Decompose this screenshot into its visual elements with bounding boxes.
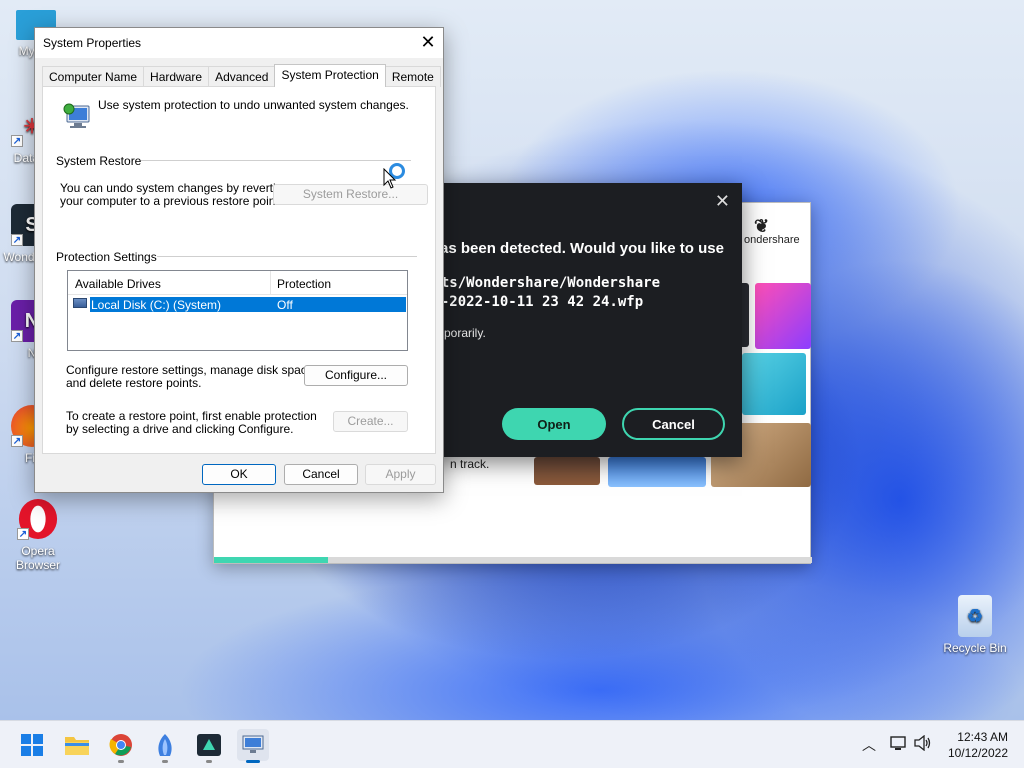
intro-text: Use system protection to undo unwanted s… bbox=[98, 98, 409, 112]
window-title: System Properties bbox=[43, 36, 142, 50]
thumbnail-purple bbox=[755, 283, 811, 349]
tab-advanced[interactable]: Advanced bbox=[208, 66, 276, 87]
drives-header: Available Drives Protection bbox=[68, 271, 407, 295]
shortcut-arrow-icon: ↗ bbox=[11, 435, 23, 447]
filmora-icon[interactable] bbox=[193, 729, 225, 763]
drive-protection: Off bbox=[277, 298, 293, 312]
protection-settings-label: Protection Settings bbox=[56, 250, 157, 264]
configure-text-2: and delete restore points. bbox=[66, 376, 202, 390]
apply-button[interactable]: Apply bbox=[365, 464, 436, 485]
desktop-icon-label: Recycle Bin bbox=[943, 641, 1007, 655]
volume-icon[interactable] bbox=[914, 734, 932, 754]
configure-button[interactable]: Configure... bbox=[304, 365, 408, 386]
wondershare-progress-fill bbox=[214, 557, 328, 563]
recovery-message: as been detected. Would you like to use bbox=[440, 240, 724, 257]
running-indicator bbox=[162, 760, 168, 763]
recycle-bin-icon: ♻ bbox=[958, 595, 992, 637]
clock-time: 12:43 AM bbox=[957, 730, 1008, 744]
cancel-button[interactable]: Cancel bbox=[284, 464, 358, 485]
shortcut-arrow-icon: ↗ bbox=[17, 528, 29, 540]
system-restore-divider bbox=[135, 160, 411, 161]
desktop: My Co ✳↗ DataW S↗ Wond Film N↗ N ↗ Fir ↗… bbox=[0, 0, 1024, 720]
system-properties-icon[interactable] bbox=[237, 729, 269, 763]
shortcut-arrow-icon: ↗ bbox=[11, 135, 23, 147]
running-indicator bbox=[246, 760, 260, 763]
clock[interactable]: 12:43 AM 10/12/2022 bbox=[948, 729, 1008, 761]
column-protection[interactable]: Protection bbox=[277, 277, 331, 291]
open-button[interactable]: Open bbox=[502, 408, 606, 440]
protection-settings-divider bbox=[149, 256, 417, 257]
table-row[interactable]: Local Disk (C:) (System) Off bbox=[90, 297, 406, 312]
system-properties-window: System Properties ✕ Computer Name Hardwa… bbox=[34, 27, 444, 493]
mouse-pointer-icon bbox=[383, 168, 397, 189]
create-text-2: by selecting a drive and clicking Config… bbox=[66, 422, 294, 436]
ok-button[interactable]: OK bbox=[202, 464, 276, 485]
start-icon[interactable] bbox=[16, 729, 48, 761]
recovery-path-line-1: ents/Wondershare/Wondershare bbox=[424, 275, 661, 291]
column-separator bbox=[270, 271, 271, 295]
opera-icon: ↗ bbox=[17, 498, 59, 540]
tab-strip: Computer Name Hardware Advanced System P… bbox=[42, 64, 441, 87]
thumbnail-cyan bbox=[742, 353, 806, 415]
running-indicator bbox=[206, 760, 212, 763]
system-restore-button[interactable]: System Restore... bbox=[273, 184, 428, 205]
close-icon[interactable]: ✕ bbox=[413, 28, 443, 58]
thumbnail-portrait bbox=[534, 457, 600, 485]
tab-system-protection[interactable]: System Protection bbox=[274, 64, 386, 87]
title-bar[interactable]: System Properties ✕ bbox=[35, 28, 443, 58]
close-icon[interactable]: ✕ bbox=[715, 191, 730, 212]
running-indicator bbox=[118, 760, 124, 763]
desktop-icon-label: Opera Browser bbox=[15, 544, 60, 572]
file-explorer-icon[interactable] bbox=[61, 729, 93, 761]
network-icon[interactable] bbox=[890, 735, 908, 754]
thumbnail-blue bbox=[608, 457, 706, 487]
chrome-icon[interactable] bbox=[105, 729, 137, 763]
tab-hardware[interactable]: Hardware bbox=[143, 66, 210, 87]
system-restore-text-2: your computer to a previous restore poin… bbox=[60, 194, 283, 208]
clock-date: 10/12/2022 bbox=[947, 746, 1008, 760]
system-protection-icon bbox=[63, 103, 90, 128]
wondershare-logo-text: ondershare bbox=[744, 234, 800, 246]
drives-list[interactable]: Available Drives Protection Local Disk (… bbox=[67, 270, 408, 351]
tab-computer-name[interactable]: Computer Name bbox=[42, 66, 145, 87]
system-restore-label: System Restore bbox=[56, 154, 142, 168]
shortcut-arrow-icon: ↗ bbox=[11, 234, 23, 246]
wondershare-progress-bar bbox=[214, 557, 812, 563]
tab-remote[interactable]: Remote bbox=[384, 66, 441, 87]
app-icon[interactable] bbox=[149, 729, 181, 763]
shortcut-arrow-icon: ↗ bbox=[11, 330, 23, 342]
drive-icon bbox=[73, 298, 87, 308]
recovery-path-line-2: ed-2022-10-11 23 42 24.wfp bbox=[424, 294, 644, 310]
taskbar: ︿ 12:43 AM 10/12/2022 bbox=[0, 720, 1024, 768]
desktop-icon-recycle-bin[interactable]: ♻ Recycle Bin bbox=[943, 595, 1007, 655]
chevron-up-icon[interactable]: ︿ bbox=[862, 735, 876, 755]
desktop-icon-opera[interactable]: ↗ Opera Browser bbox=[6, 498, 70, 572]
system-protection-panel: Use system protection to undo unwanted s… bbox=[42, 86, 436, 454]
wondershare-track-text: n track. bbox=[450, 457, 490, 471]
drive-name: Local Disk (C:) (System) bbox=[91, 298, 222, 312]
recovery-dialog: ✕ as been detected. Would you like to us… bbox=[407, 183, 742, 457]
recovery-cancel-button[interactable]: Cancel bbox=[622, 408, 725, 440]
create-button[interactable]: Create... bbox=[333, 411, 408, 432]
column-available-drives[interactable]: Available Drives bbox=[75, 277, 161, 291]
